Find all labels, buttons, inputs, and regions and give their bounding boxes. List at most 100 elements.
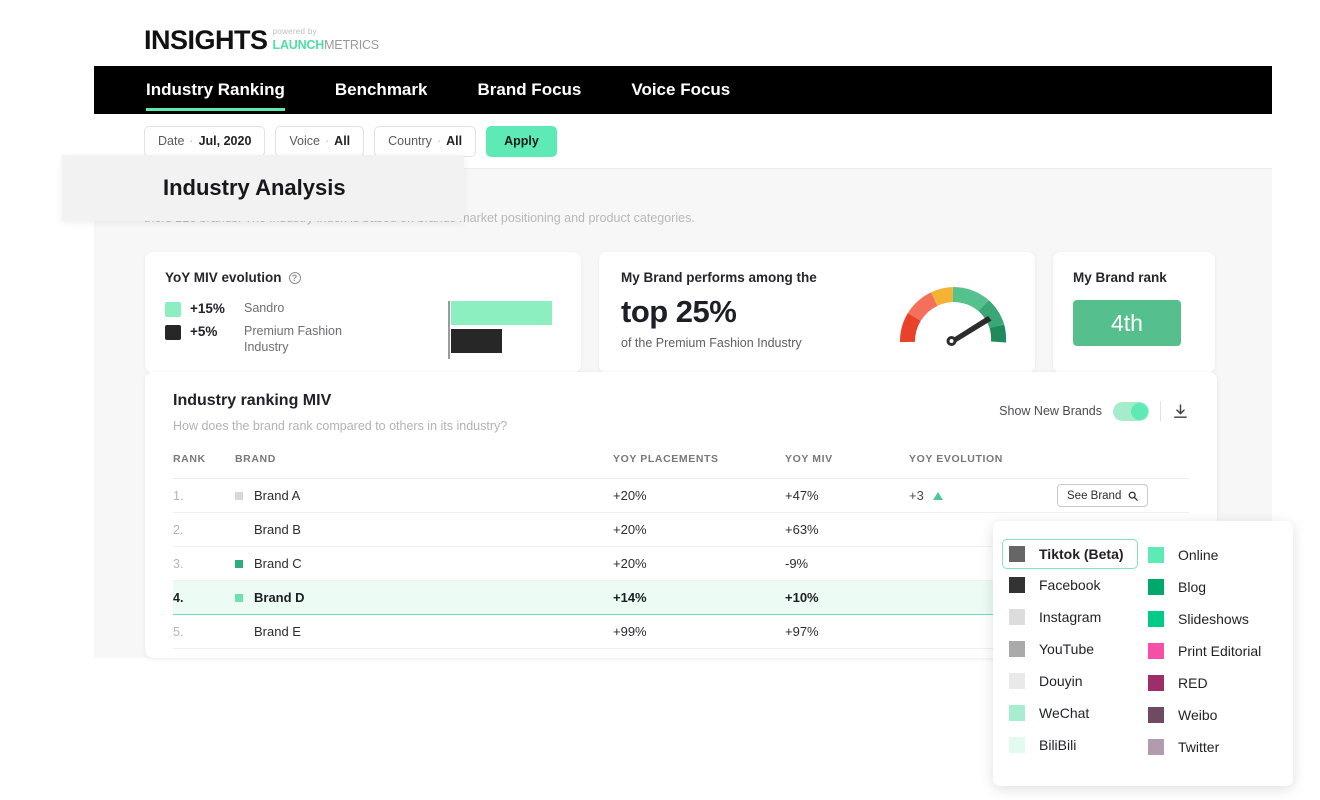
legend-item-weibo[interactable]: Weibo [1148, 699, 1277, 731]
yoy-chart-area: +15% Sandro +5% Premium Fashion Industry [165, 301, 561, 362]
legend-swatch [165, 325, 181, 340]
tab-label: Industry Ranking [146, 80, 285, 99]
cell-rank: 4. [173, 580, 235, 615]
cell-brand: Brand E [235, 614, 613, 649]
legend-item-tiktok[interactable]: Tiktok (Beta) [1002, 539, 1138, 569]
show-new-brands-label: Show New Brands [999, 404, 1102, 418]
yoy-percent: +15% [190, 301, 225, 316]
tab-brand-focus[interactable]: Brand Focus [477, 66, 581, 114]
rank-value-badge: 4th [1073, 300, 1181, 346]
legend-label: BiliBili [1039, 737, 1077, 753]
table-row[interactable]: 1. Brand A +20% +47% +3 See Brand [173, 478, 1189, 513]
kpi-cards-row: YoY MIV evolution ? +15% Sandro +5% Prem… [145, 252, 1215, 373]
legend-item-bilibili[interactable]: BiliBili [1009, 729, 1138, 761]
legend-item-douyin[interactable]: Douyin [1009, 665, 1138, 697]
show-new-brands-toggle[interactable] [1113, 401, 1149, 421]
cell-yoy-placements: +20% [613, 546, 785, 581]
page-title: Industry Analysis [163, 175, 346, 200]
search-icon [1128, 491, 1139, 501]
col-header-yoy-placements: YOY PLACEMENTS [613, 453, 785, 479]
legend-item-blog[interactable]: Blog [1148, 571, 1277, 603]
tab-benchmark[interactable]: Benchmark [335, 66, 428, 114]
tab-voice-focus[interactable]: Voice Focus [631, 66, 730, 114]
legend-item-facebook[interactable]: Facebook [1009, 569, 1138, 601]
card-title-text: My Brand rank [1073, 270, 1167, 285]
filter-separator: · [436, 134, 442, 148]
logo-subtext: powered by LAUNCHMETRICS [272, 27, 380, 54]
industry-analysis-overlay: Industry Analysis [62, 155, 464, 221]
col-header-action [1057, 453, 1189, 479]
legend-label: Tiktok (Beta) [1039, 546, 1124, 562]
legend-label: Facebook [1039, 577, 1101, 593]
legend-swatch [1009, 609, 1025, 625]
card-title: YoY MIV evolution ? [165, 270, 561, 285]
download-icon[interactable] [1172, 403, 1189, 420]
bar-industry [450, 329, 502, 353]
tab-industry-ranking[interactable]: Industry Ranking [146, 66, 285, 114]
legend-item-youtube[interactable]: YouTube [1009, 633, 1138, 665]
yoy-legend-item: +5% Premium Fashion Industry [165, 324, 448, 355]
col-header-yoy-evolution: YOY EVOLUTION [909, 453, 1057, 479]
cell-rank: 3. [173, 546, 235, 581]
legend-label: WeChat [1039, 705, 1090, 721]
legend-label: Weibo [1178, 707, 1218, 723]
legend-swatch [1148, 579, 1164, 595]
panel-title: Industry ranking MIV [173, 392, 332, 409]
yoy-series-name: Sandro [244, 301, 285, 315]
toggle-knob [1131, 402, 1148, 420]
filter-country[interactable]: Country · All [374, 125, 477, 157]
logo-launchmetrics: LAUNCHMETRICS [272, 37, 380, 52]
legend-label: YouTube [1039, 641, 1095, 657]
cell-brand: Brand C [235, 546, 613, 581]
filter-voice[interactable]: Voice · All [275, 125, 365, 157]
filter-date[interactable]: Date · Jul, 2020 [144, 125, 266, 157]
question-mark-icon[interactable]: ? [288, 271, 301, 284]
filter-separator: · [325, 134, 330, 148]
cell-yoy-placements: +99% [613, 614, 785, 649]
cell-action: See Brand [1057, 478, 1189, 513]
legend-swatch [1148, 643, 1164, 659]
legend-item-twitter[interactable]: Twitter [1148, 731, 1277, 763]
legend-item-slideshows[interactable]: Slideshows [1148, 603, 1277, 635]
table-header-row: RANK BRAND YOY PLACEMENTS YOY MIV YOY EV… [173, 453, 1189, 479]
legend-item-instagram[interactable]: Instagram [1009, 601, 1138, 633]
cell-yoy-miv: +97% [785, 614, 909, 649]
legend-swatch [1148, 611, 1164, 627]
brand-cell: Brand C [235, 556, 613, 571]
legend-item-print-editorial[interactable]: Print Editorial [1148, 635, 1277, 667]
panel-description: How does the brand rank compared to othe… [173, 419, 508, 433]
brand-cell: Brand E [235, 624, 613, 639]
insights-logo[interactable]: INSIGHTS powered by LAUNCHMETRICS [144, 24, 380, 55]
legend-label: Instagram [1039, 609, 1102, 625]
yoy-legend: +15% Sandro +5% Premium Fashion Industry [165, 301, 448, 362]
logo-wordmark: INSIGHTS [144, 24, 268, 55]
tab-label: Brand Focus [477, 80, 582, 99]
logo-bar: INSIGHTS powered by LAUNCHMETRICS [94, 14, 1272, 66]
tab-label: Benchmark [334, 80, 428, 99]
legend-item-online[interactable]: Online [1148, 539, 1277, 571]
legend-swatch [165, 302, 181, 317]
legend-item-wechat[interactable]: WeChat [1009, 697, 1138, 729]
bar-sandro [450, 301, 552, 325]
cell-yoy-evolution: +3 [909, 478, 1057, 513]
see-brand-button[interactable]: See Brand [1057, 484, 1149, 507]
legend-swatch [1148, 739, 1164, 755]
apply-filters-button[interactable]: Apply [486, 125, 557, 157]
legend-label: Blog [1178, 579, 1207, 595]
card-yoy-miv-evolution: YoY MIV evolution ? +15% Sandro +5% Prem… [145, 252, 581, 373]
card-title: My Brand rank [1073, 270, 1195, 285]
filter-country-label: Country [388, 134, 432, 148]
brand-name: Brand C [254, 556, 302, 571]
legend-swatch [1148, 547, 1164, 563]
legend-swatch [1009, 546, 1025, 562]
chart-axis-line [447, 301, 450, 359]
cell-rank: 1. [173, 478, 235, 513]
col-header-brand: BRAND [235, 453, 613, 479]
legend-swatch [1009, 737, 1025, 753]
brand-name: Brand A [254, 488, 301, 503]
main-navigation: Industry Ranking Benchmark Brand Focus V… [94, 66, 1272, 114]
legend-item-red[interactable]: RED [1148, 667, 1277, 699]
arrow-up-icon [932, 491, 943, 500]
cell-yoy-miv: +63% [785, 512, 909, 547]
yoy-percent: +5% [190, 324, 218, 339]
